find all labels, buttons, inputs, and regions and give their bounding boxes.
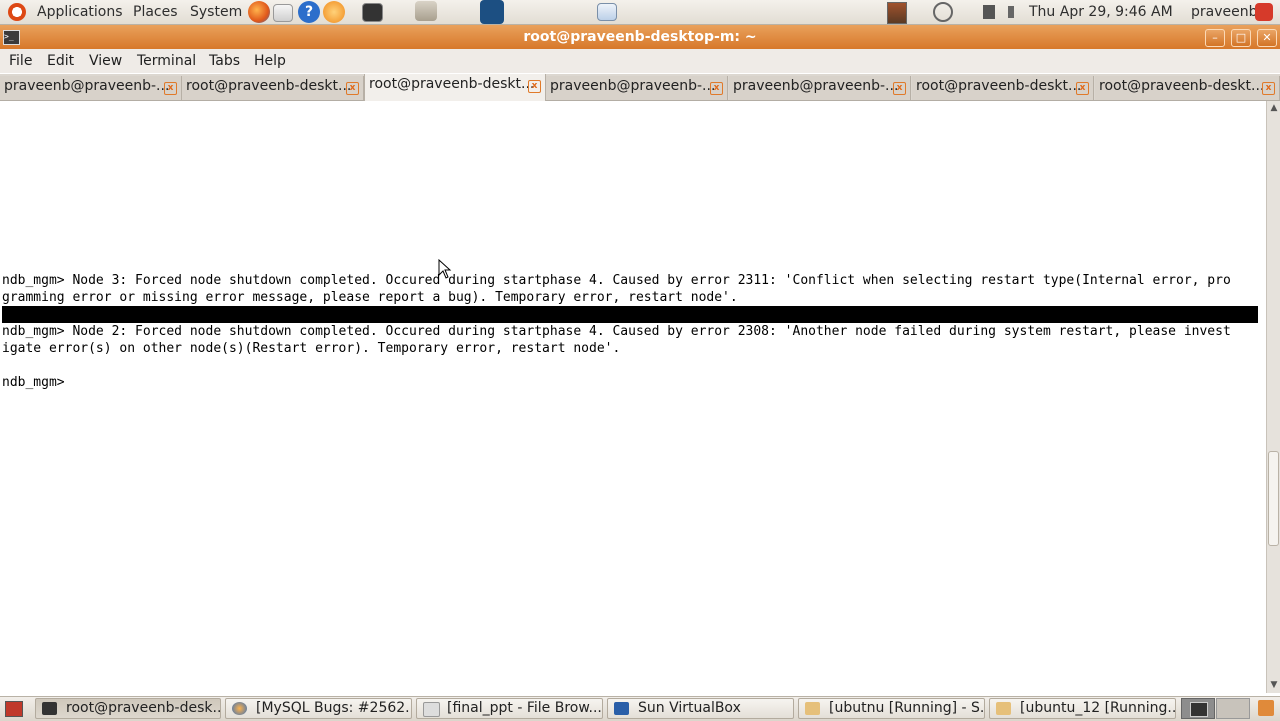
taskbar-item[interactable]: [MySQL Bugs: #2562... xyxy=(225,698,412,719)
terminal-tab[interactable]: praveenb@praveenb-... x xyxy=(546,76,728,100)
virtualbox-icon xyxy=(614,702,629,715)
terminal-highlight-bar xyxy=(2,306,1258,323)
taskbar-item[interactable]: root@praveenb-desk... xyxy=(35,698,221,719)
screenshot-launcher-icon[interactable] xyxy=(597,3,617,21)
firefox-launcher-icon[interactable] xyxy=(248,1,270,23)
taskbar-label: [ubutnu [Running] - S... xyxy=(829,700,985,716)
window-titlebar[interactable]: >_ root@praveenb-desktop-m: ~ – □ ✕ xyxy=(0,25,1280,49)
ubuntu-one-launcher-icon[interactable] xyxy=(323,1,345,23)
menu-help[interactable]: Help xyxy=(254,49,286,73)
scroll-up-icon[interactable]: ▲ xyxy=(1267,101,1280,115)
taskbar-label: [ubuntu_12 [Running... xyxy=(1020,700,1176,716)
workspace-switcher[interactable] xyxy=(1181,698,1215,719)
bottom-panel: root@praveenb-desk... [MySQL Bugs: #2562… xyxy=(0,696,1280,721)
tab-close-icon[interactable]: x xyxy=(710,82,723,95)
taskbar-label: root@praveenb-desk... xyxy=(66,700,221,716)
mouse-pointer-icon xyxy=(438,259,452,279)
vm-icon xyxy=(805,702,820,715)
minimize-button[interactable]: – xyxy=(1205,29,1225,47)
tab-label: root@praveenb-deskt... xyxy=(369,76,535,92)
terminal-line: igate error(s) on other node(s)(Restart … xyxy=(2,341,621,356)
terminal-line: ndb_mgm> Node 2: Forced node shutdown co… xyxy=(2,324,1231,339)
menu-tabs[interactable]: Tabs xyxy=(209,49,240,73)
menubar: File Edit View Terminal Tabs Help xyxy=(0,49,1280,73)
tab-label: praveenb@praveenb-... xyxy=(550,78,716,94)
tab-close-icon[interactable]: x xyxy=(164,82,177,95)
tab-label: root@praveenb-deskt... xyxy=(186,78,352,94)
scrollbar-thumb[interactable] xyxy=(1268,451,1279,546)
ubuntu-logo-icon[interactable] xyxy=(8,3,26,21)
taskbar-item[interactable]: Sun VirtualBox xyxy=(607,698,794,719)
taskbar-label: [final_ppt - File Brow... xyxy=(447,700,602,716)
menu-edit[interactable]: Edit xyxy=(47,49,74,73)
taskbar-label: [MySQL Bugs: #2562... xyxy=(256,700,412,716)
applications-menu[interactable]: Applications xyxy=(37,0,123,24)
clock[interactable]: Thu Apr 29, 9:46 AM xyxy=(1029,0,1173,24)
terminal-tab[interactable]: root@praveenb-deskt... x xyxy=(912,76,1094,100)
terminal-scrollbar[interactable]: ▲ ▼ xyxy=(1266,101,1280,693)
terminal-tab[interactable]: praveenb@praveenb-... x xyxy=(729,76,911,100)
mail-launcher-icon[interactable] xyxy=(273,4,293,22)
tab-close-icon[interactable]: x xyxy=(528,80,541,93)
terminal-output[interactable]: ndb_mgm> Node 3: Forced node shutdown co… xyxy=(0,101,1266,693)
terminal-launcher-icon[interactable] xyxy=(362,3,383,22)
places-menu[interactable]: Places xyxy=(133,0,178,24)
terminal-tab[interactable]: praveenb@praveenb-... x xyxy=(0,76,182,100)
terminal-line: gramming error or missing error message,… xyxy=(2,290,738,305)
menu-file[interactable]: File xyxy=(9,49,32,73)
tab-close-icon[interactable]: x xyxy=(346,82,359,95)
tab-close-icon[interactable]: x xyxy=(1076,82,1089,95)
terminal-tab-active[interactable]: root@praveenb-deskt... x xyxy=(364,74,546,101)
taskbar-item[interactable]: [final_ppt - File Brow... xyxy=(416,698,603,719)
menu-terminal[interactable]: Terminal xyxy=(137,49,196,73)
tab-label: praveenb@praveenb-... xyxy=(733,78,899,94)
terminal-tab[interactable]: root@praveenb-deskt... x xyxy=(182,76,364,100)
taskbar-item[interactable]: [ubutnu [Running] - S... xyxy=(798,698,985,719)
keyboard-indicator-icon[interactable] xyxy=(887,2,907,24)
tab-label: root@praveenb-deskt... xyxy=(1099,78,1265,94)
scroll-down-icon[interactable]: ▼ xyxy=(1267,678,1280,692)
volume-icon[interactable] xyxy=(1008,6,1026,18)
power-icon[interactable] xyxy=(933,2,953,22)
tab-close-icon[interactable]: x xyxy=(1262,82,1275,95)
folder-icon xyxy=(423,702,440,717)
show-desktop-icon[interactable] xyxy=(5,701,23,717)
firefox-icon xyxy=(232,702,247,715)
system-monitor-launcher-icon[interactable] xyxy=(480,0,504,24)
taskbar-item[interactable]: [ubuntu_12 [Running... xyxy=(989,698,1176,719)
workspace-2[interactable] xyxy=(1216,698,1250,719)
archive-launcher-icon[interactable] xyxy=(415,1,437,21)
tab-close-icon[interactable]: x xyxy=(893,82,906,95)
top-panel: Applications Places System ? Thu Apr 29,… xyxy=(0,0,1280,25)
shutdown-icon[interactable] xyxy=(1255,3,1273,21)
maximize-button[interactable]: □ xyxy=(1231,29,1251,47)
tab-label: root@praveenb-deskt... xyxy=(916,78,1082,94)
window-title: root@praveenb-desktop-m: ~ xyxy=(523,29,757,45)
tab-label: praveenb@praveenb-... xyxy=(4,78,170,94)
vm-icon xyxy=(996,702,1011,715)
terminal-tab[interactable]: root@praveenb-deskt... x xyxy=(1095,76,1280,100)
user-menu[interactable]: praveenb xyxy=(1191,0,1258,24)
taskbar-label: Sun VirtualBox xyxy=(638,700,741,716)
terminal-icon xyxy=(42,702,57,715)
menu-view[interactable]: View xyxy=(89,49,122,73)
terminal-prompt: ndb_mgm> xyxy=(2,375,73,390)
close-button[interactable]: ✕ xyxy=(1257,29,1277,47)
network-icon[interactable] xyxy=(983,5,995,19)
workspace-terminal-icon xyxy=(1190,702,1208,717)
help-launcher-icon[interactable]: ? xyxy=(298,1,320,23)
tab-bar: praveenb@praveenb-... x root@praveenb-de… xyxy=(0,74,1280,101)
system-menu[interactable]: System xyxy=(190,0,242,24)
terminal-line: ndb_mgm> Node 3: Forced node shutdown co… xyxy=(2,273,1231,288)
trash-icon[interactable] xyxy=(1258,700,1274,716)
